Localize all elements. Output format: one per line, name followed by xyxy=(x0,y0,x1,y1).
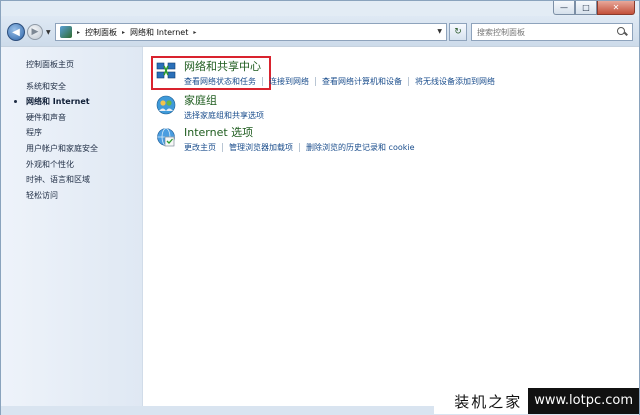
recent-pages-dropdown-icon[interactable]: ▼ xyxy=(46,29,51,36)
content-area: 控制面板主页 系统和安全 网络和 Internet 硬件和声音 程序 用户帐户和… xyxy=(1,46,639,406)
caption-buttons: — □ ✕ xyxy=(553,1,635,15)
link-divider xyxy=(299,143,300,152)
search-icon[interactable] xyxy=(616,26,628,38)
refresh-button[interactable]: ↻ xyxy=(449,23,467,41)
address-bar[interactable]: ▸ 控制面板 ▸ 网络和 Internet ▸ ▼ xyxy=(55,23,447,41)
homegroup-icon[interactable] xyxy=(155,94,177,116)
homegroup-title[interactable]: 家庭组 xyxy=(184,94,264,108)
search-box[interactable] xyxy=(471,23,633,41)
watermark: 装机之家 www.lotpc.com xyxy=(434,388,639,414)
main-panel: 网络和共享中心 查看网络状态和任务 连接到网络 查看网络计算机和设备 将无线设备… xyxy=(143,47,639,406)
link-view-network-status[interactable]: 查看网络状态和任务 xyxy=(184,76,256,87)
breadcrumb-separator-icon[interactable]: ▸ xyxy=(77,29,80,36)
watermark-text: 装机之家 xyxy=(454,392,523,411)
sidebar-item-appearance[interactable]: 外观和个性化 xyxy=(1,157,142,173)
minimize-button[interactable]: — xyxy=(553,1,575,15)
link-add-wireless-device[interactable]: 将无线设备添加到网络 xyxy=(415,76,495,87)
link-divider xyxy=(408,77,409,86)
breadcrumb-separator-icon[interactable]: ▸ xyxy=(193,29,196,36)
internet-options-icon[interactable] xyxy=(155,126,177,148)
internet-options-title[interactable]: Internet 选项 xyxy=(184,126,415,140)
breadcrumb-separator-icon[interactable]: ▸ xyxy=(122,29,125,36)
sidebar-item-system-security[interactable]: 系统和安全 xyxy=(1,79,142,95)
link-divider xyxy=(222,143,223,152)
close-button[interactable]: ✕ xyxy=(597,1,635,15)
maximize-button[interactable]: □ xyxy=(575,1,597,15)
search-input[interactable] xyxy=(477,27,607,37)
category-network-sharing: 网络和共享中心 查看网络状态和任务 连接到网络 查看网络计算机和设备 将无线设备… xyxy=(155,60,495,87)
link-homegroup-sharing-options[interactable]: 选择家庭组和共享选项 xyxy=(184,110,264,121)
back-button[interactable]: ◀ xyxy=(7,23,25,41)
link-connect-network[interactable]: 连接到网络 xyxy=(269,76,309,87)
forward-button[interactable]: ▶ xyxy=(27,24,43,40)
link-view-network-computers[interactable]: 查看网络计算机和设备 xyxy=(322,76,402,87)
link-change-homepage[interactable]: 更改主页 xyxy=(184,142,216,153)
sidebar: 控制面板主页 系统和安全 网络和 Internet 硬件和声音 程序 用户帐户和… xyxy=(1,47,143,406)
sidebar-item-home[interactable]: 控制面板主页 xyxy=(1,57,142,73)
link-delete-history[interactable]: 删除浏览的历史记录和 cookie xyxy=(306,142,415,153)
network-sharing-icon[interactable] xyxy=(155,60,177,82)
sidebar-item-network-internet[interactable]: 网络和 Internet xyxy=(1,94,142,110)
link-divider xyxy=(315,77,316,86)
control-panel-icon xyxy=(60,26,72,38)
breadcrumb-control-panel[interactable]: 控制面板 xyxy=(85,27,117,38)
link-divider xyxy=(262,77,263,86)
sidebar-item-clock-language[interactable]: 时钟、语言和区域 xyxy=(1,172,142,188)
network-sharing-title[interactable]: 网络和共享中心 xyxy=(184,60,495,74)
address-dropdown-icon[interactable]: ▼ xyxy=(437,28,442,35)
sidebar-item-hardware-sound[interactable]: 硬件和声音 xyxy=(1,110,142,126)
navigation-bar: ◀ ▶ ▼ ▸ 控制面板 ▸ 网络和 Internet ▸ ▼ ↻ xyxy=(1,16,639,46)
category-internet-options: Internet 选项 更改主页 管理浏览器加载项 删除浏览的历史记录和 coo… xyxy=(155,126,415,153)
sidebar-item-user-accounts[interactable]: 用户帐户和家庭安全 xyxy=(1,141,142,157)
breadcrumb-network-internet[interactable]: 网络和 Internet xyxy=(130,27,188,38)
sidebar-item-programs[interactable]: 程序 xyxy=(1,125,142,141)
watermark-url: www.lotpc.com xyxy=(528,388,639,414)
link-manage-addons[interactable]: 管理浏览器加载项 xyxy=(229,142,293,153)
sidebar-item-ease-of-access[interactable]: 轻松访问 xyxy=(1,188,142,204)
category-homegroup: 家庭组 选择家庭组和共享选项 xyxy=(155,94,264,121)
control-panel-window: — □ ✕ ◀ ▶ ▼ ▸ 控制面板 ▸ 网络和 Internet ▸ ▼ ↻ … xyxy=(0,0,640,415)
